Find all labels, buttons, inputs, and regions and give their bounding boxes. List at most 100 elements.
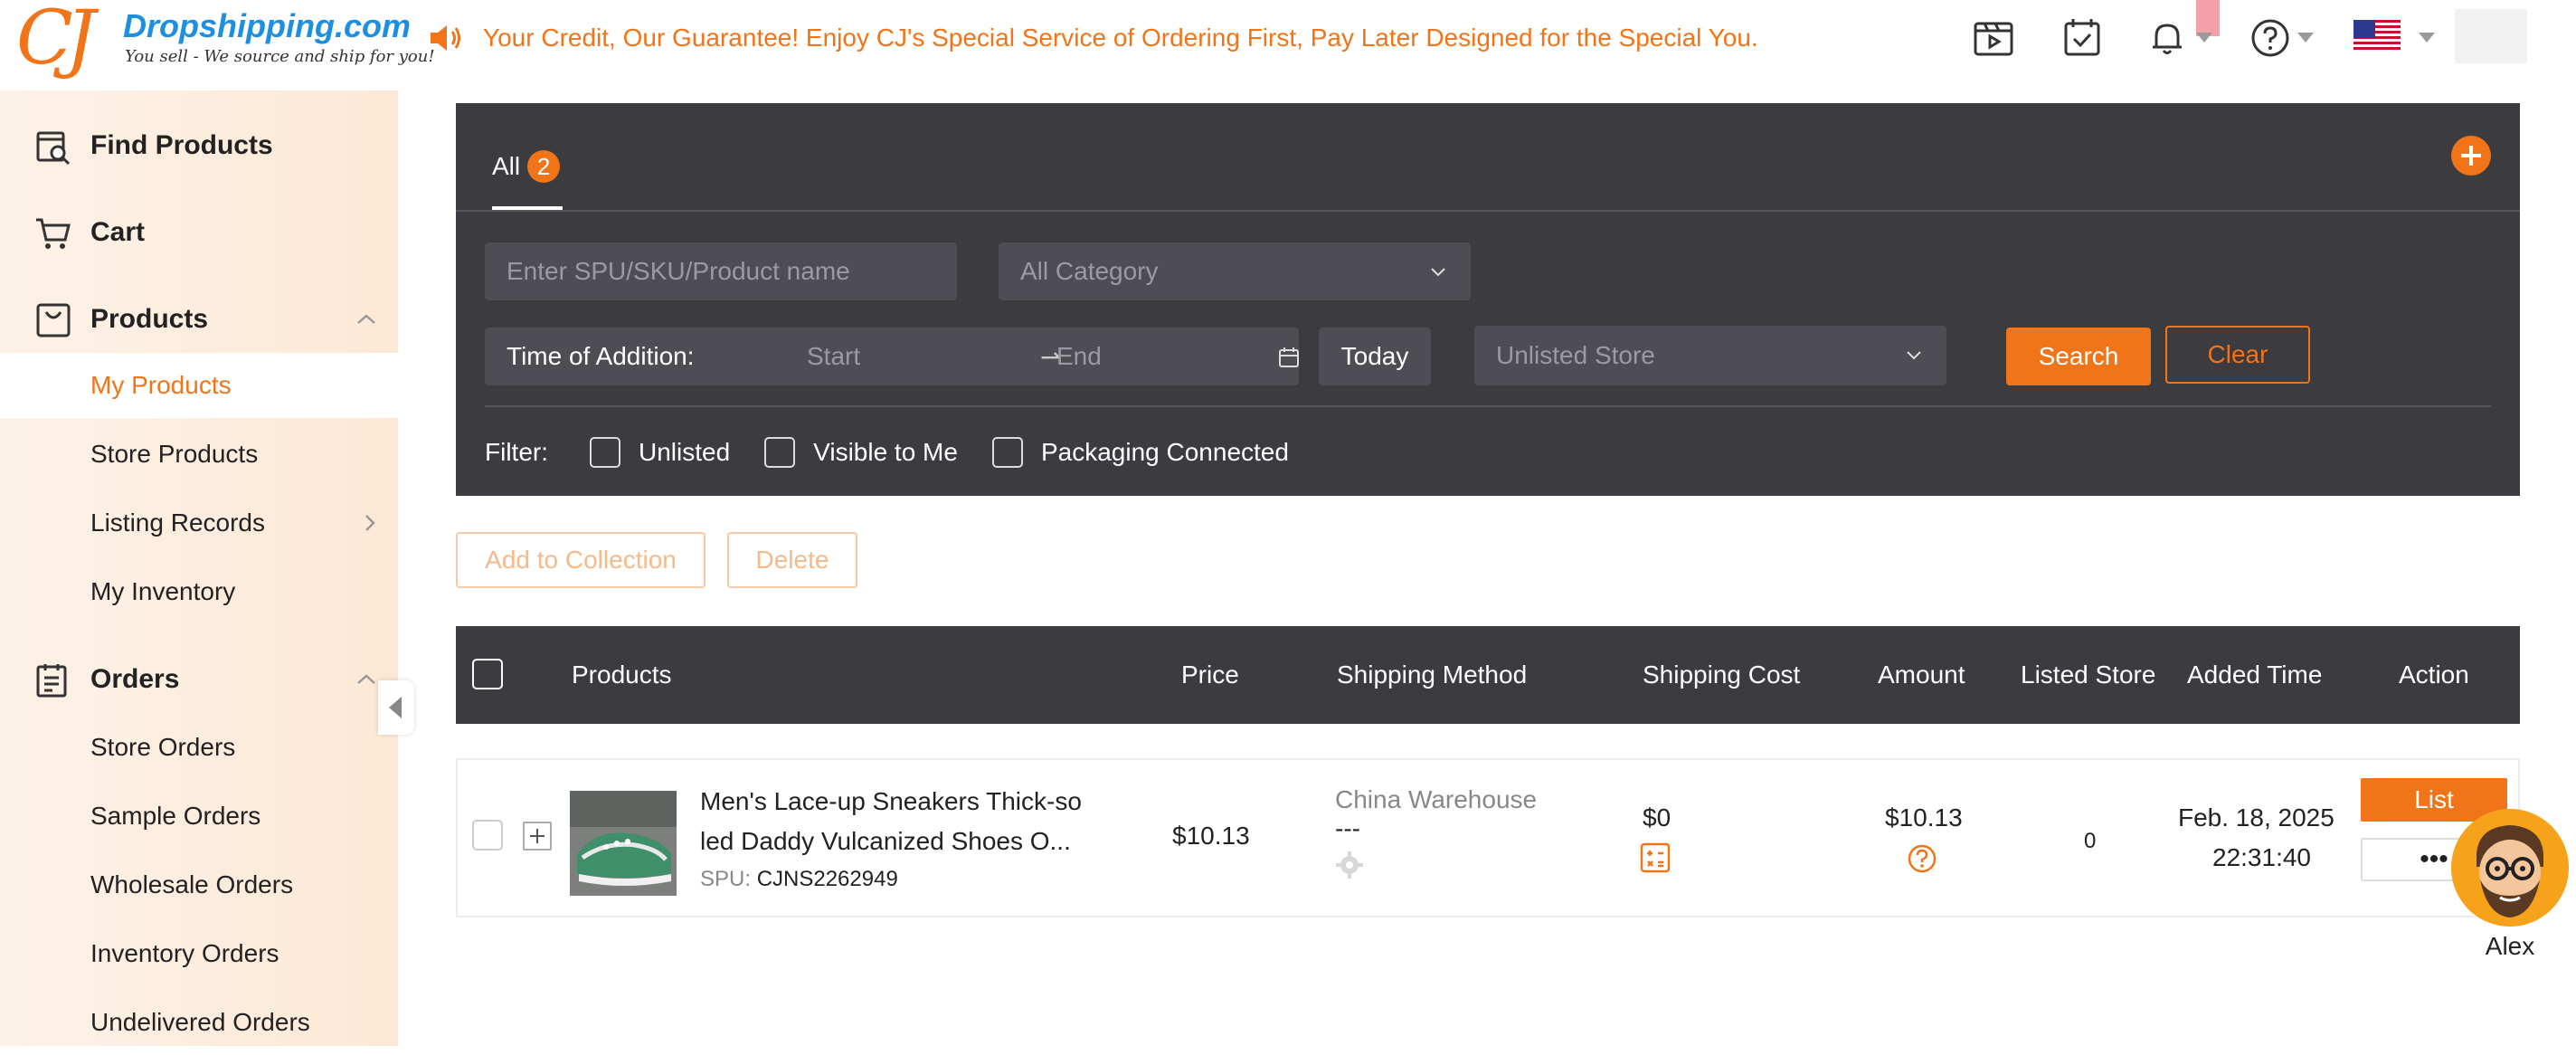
- sidebar-sublabel: My Products: [90, 371, 232, 399]
- filter-panel: All 2 Enter SPU/SKU/Product name All Cat…: [456, 103, 2520, 496]
- today-button[interactable]: Today: [1319, 328, 1431, 385]
- sidebar-item-cart[interactable]: Cart: [0, 201, 398, 264]
- logo-tagline: You sell - We source and ship for you!: [125, 47, 435, 66]
- clear-button[interactable]: Clear: [2165, 326, 2310, 384]
- gear-icon[interactable]: [1335, 851, 1364, 879]
- sidebar-item-listing-records[interactable]: Listing Records: [0, 490, 398, 556]
- help-caret-icon: [2297, 33, 2314, 43]
- help-icon[interactable]: [1907, 843, 1937, 874]
- sidebar-label: Cart: [90, 217, 146, 247]
- shipping-method[interactable]: China Warehouse: [1335, 785, 1537, 814]
- sidebar-label: Orders: [90, 664, 180, 694]
- date-start-input[interactable]: Start: [807, 342, 860, 371]
- notification-badge: [2196, 0, 2220, 36]
- divider: [485, 405, 2491, 407]
- column-header-shipping-cost[interactable]: Shipping Cost: [1643, 661, 1800, 689]
- language-caret-icon: [2419, 33, 2435, 43]
- help-icon[interactable]: [2249, 16, 2292, 60]
- collapse-arrow-icon: [389, 697, 402, 718]
- category-select[interactable]: All Category: [999, 242, 1471, 300]
- sidebar-item-find-products[interactable]: Find Products: [0, 114, 398, 177]
- sidebar-sublabel: Undelivered Orders: [90, 1008, 310, 1036]
- search-button[interactable]: Search: [2006, 328, 2151, 385]
- us-flag-icon[interactable]: [2353, 20, 2401, 52]
- sidebar-item-wholesale-orders[interactable]: Wholesale Orders: [0, 852, 398, 917]
- column-header-listed-store[interactable]: Listed Store: [2021, 661, 2155, 689]
- bell-caret-icon: [2196, 33, 2212, 43]
- orders-icon: [36, 664, 67, 698]
- sidebar-item-store-products[interactable]: Store Products: [0, 422, 398, 487]
- column-header-action: Action: [2399, 661, 2469, 689]
- bell-icon[interactable]: [2145, 16, 2189, 60]
- checkbox-label: Unlisted: [639, 438, 731, 466]
- announcement-text: Your Credit, Our Guarantee! Enjoy CJ's S…: [483, 24, 1758, 52]
- sidebar-item-sample-orders[interactable]: Sample Orders: [0, 784, 398, 849]
- add-to-collection-button[interactable]: Add to Collection: [456, 532, 706, 588]
- product-thumbnail[interactable]: [570, 791, 677, 896]
- date-range-label: Time of Addition:: [507, 342, 695, 370]
- spu-value: CJNS2262949: [756, 867, 898, 891]
- row-checkbox[interactable]: [472, 820, 503, 851]
- tab-all[interactable]: All 2: [492, 139, 561, 194]
- calendar-check-icon[interactable]: [2060, 16, 2104, 60]
- sidebar-collapse-button[interactable]: [378, 680, 414, 735]
- amount: $10.13: [1885, 803, 1963, 832]
- support-agent-name: Alex: [2485, 932, 2535, 960]
- tab-label: All: [492, 152, 521, 180]
- chevron-down-icon: [1907, 351, 1921, 360]
- sidebar-item-products[interactable]: Products: [0, 288, 398, 351]
- product-name-line: led Daddy Vulcanized Shoes O...: [700, 827, 1071, 855]
- calculator-icon[interactable]: [1639, 841, 1672, 874]
- column-header-shipping-method[interactable]: Shipping Method: [1337, 661, 1527, 689]
- top-header: CJ Dropshipping.com You sell - We source…: [0, 0, 2576, 90]
- checkbox-box[interactable]: [590, 437, 620, 468]
- visible-to-me-checkbox[interactable]: Visible to Me: [764, 437, 958, 468]
- table-header: Products Price Shipping Method Shipping …: [456, 626, 2520, 724]
- logo-mark: CJ: [16, 0, 96, 81]
- column-header-added-time[interactable]: Added Time: [2187, 661, 2322, 689]
- row-expand-button[interactable]: [523, 822, 552, 851]
- unlisted-checkbox[interactable]: Unlisted: [590, 437, 730, 468]
- sidebar-item-orders[interactable]: Orders: [0, 648, 398, 711]
- checkbox-box[interactable]: [991, 437, 1023, 468]
- support-agent-widget[interactable]: Alex: [2451, 809, 2569, 963]
- store-value: Unlisted Store: [1496, 341, 1655, 369]
- search-input[interactable]: Enter SPU/SKU/Product name: [485, 242, 957, 300]
- select-all-checkbox[interactable]: [472, 659, 503, 689]
- product-spu: SPU: CJNS2262949: [700, 867, 898, 892]
- account-area[interactable]: [2455, 9, 2527, 63]
- date-end-input[interactable]: End: [1056, 342, 1102, 371]
- sidebar-sublabel: My Inventory: [90, 577, 236, 605]
- search-placeholder: Enter SPU/SKU/Product name: [507, 257, 850, 285]
- added-time: 22:31:40: [2212, 843, 2311, 871]
- sidebar-item-my-products[interactable]: My Products: [0, 353, 398, 418]
- announcement-bar[interactable]: Your Credit, Our Guarantee! Enjoy CJ's S…: [429, 20, 1758, 56]
- delete-button[interactable]: Delete: [727, 532, 857, 588]
- column-header-price[interactable]: Price: [1181, 661, 1239, 689]
- sidebar-item-store-orders[interactable]: Store Orders: [0, 715, 398, 780]
- sidebar-item-my-inventory[interactable]: My Inventory: [0, 559, 398, 624]
- product-price: $10.13: [1172, 822, 1250, 850]
- find-products-icon: [36, 131, 71, 166]
- add-tab-button[interactable]: [2451, 136, 2491, 176]
- cj-logo[interactable]: CJ Dropshipping.com You sell - We source…: [16, 0, 435, 87]
- added-date: Feb. 18, 2025: [2178, 803, 2334, 832]
- divider: [456, 210, 2520, 212]
- checkbox-box[interactable]: [764, 437, 796, 468]
- column-header-products[interactable]: Products: [572, 661, 672, 689]
- chevron-up-icon: [357, 314, 375, 324]
- chevron-right-icon: [365, 515, 375, 531]
- sidebar-item-inventory-orders[interactable]: Inventory Orders: [0, 921, 398, 986]
- sidebar-sublabel: Listing Records: [90, 508, 265, 537]
- sidebar: Find Products Cart Products My Products …: [0, 90, 398, 1046]
- shipping-cost: $0: [1643, 803, 1672, 832]
- product-name-link[interactable]: Men's Lace-up Sneakers Thick-so led Dadd…: [700, 782, 1116, 861]
- column-header-amount[interactable]: Amount: [1878, 661, 1965, 689]
- calendar-icon[interactable]: [1277, 346, 1301, 369]
- checkbox-label: Packaging Connected: [1040, 438, 1289, 466]
- store-select[interactable]: Unlisted Store: [1474, 326, 1946, 385]
- packaging-connected-checkbox[interactable]: Packaging Connected: [991, 437, 1289, 468]
- sidebar-item-undelivered-orders[interactable]: Undelivered Orders: [0, 990, 398, 1055]
- video-icon[interactable]: [1972, 16, 2015, 60]
- date-range-field[interactable]: Time of Addition: Start ⇀ End: [485, 328, 1299, 385]
